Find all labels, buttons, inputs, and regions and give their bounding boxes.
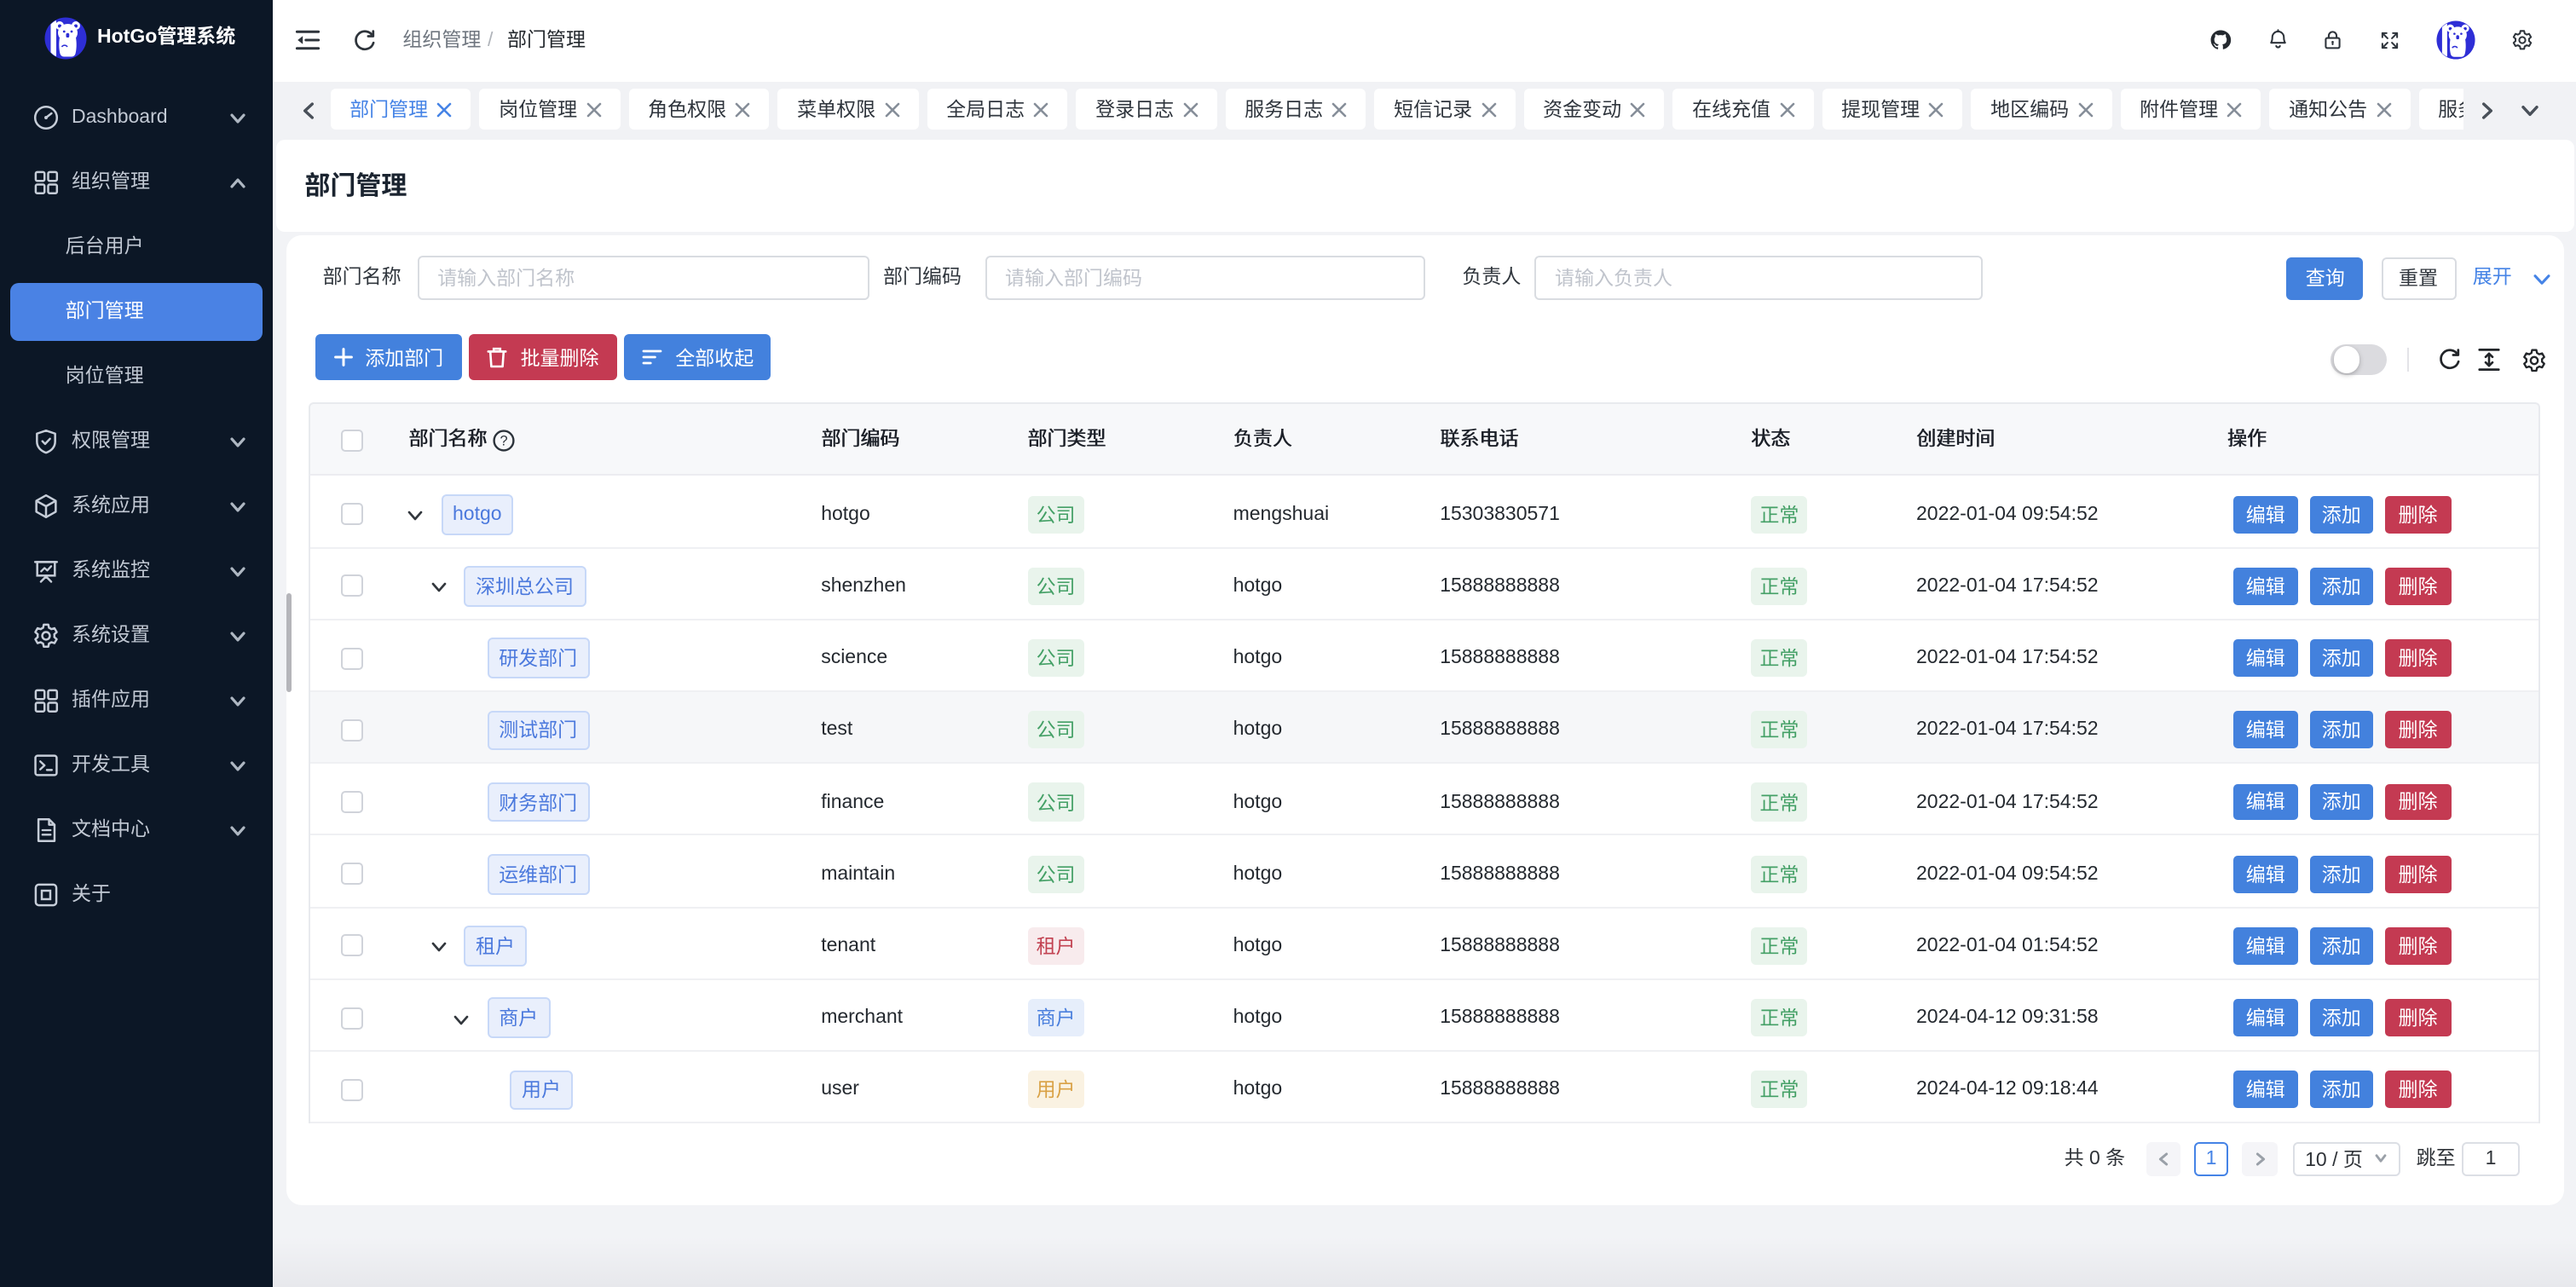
svg-text:?: ? <box>500 434 507 449</box>
